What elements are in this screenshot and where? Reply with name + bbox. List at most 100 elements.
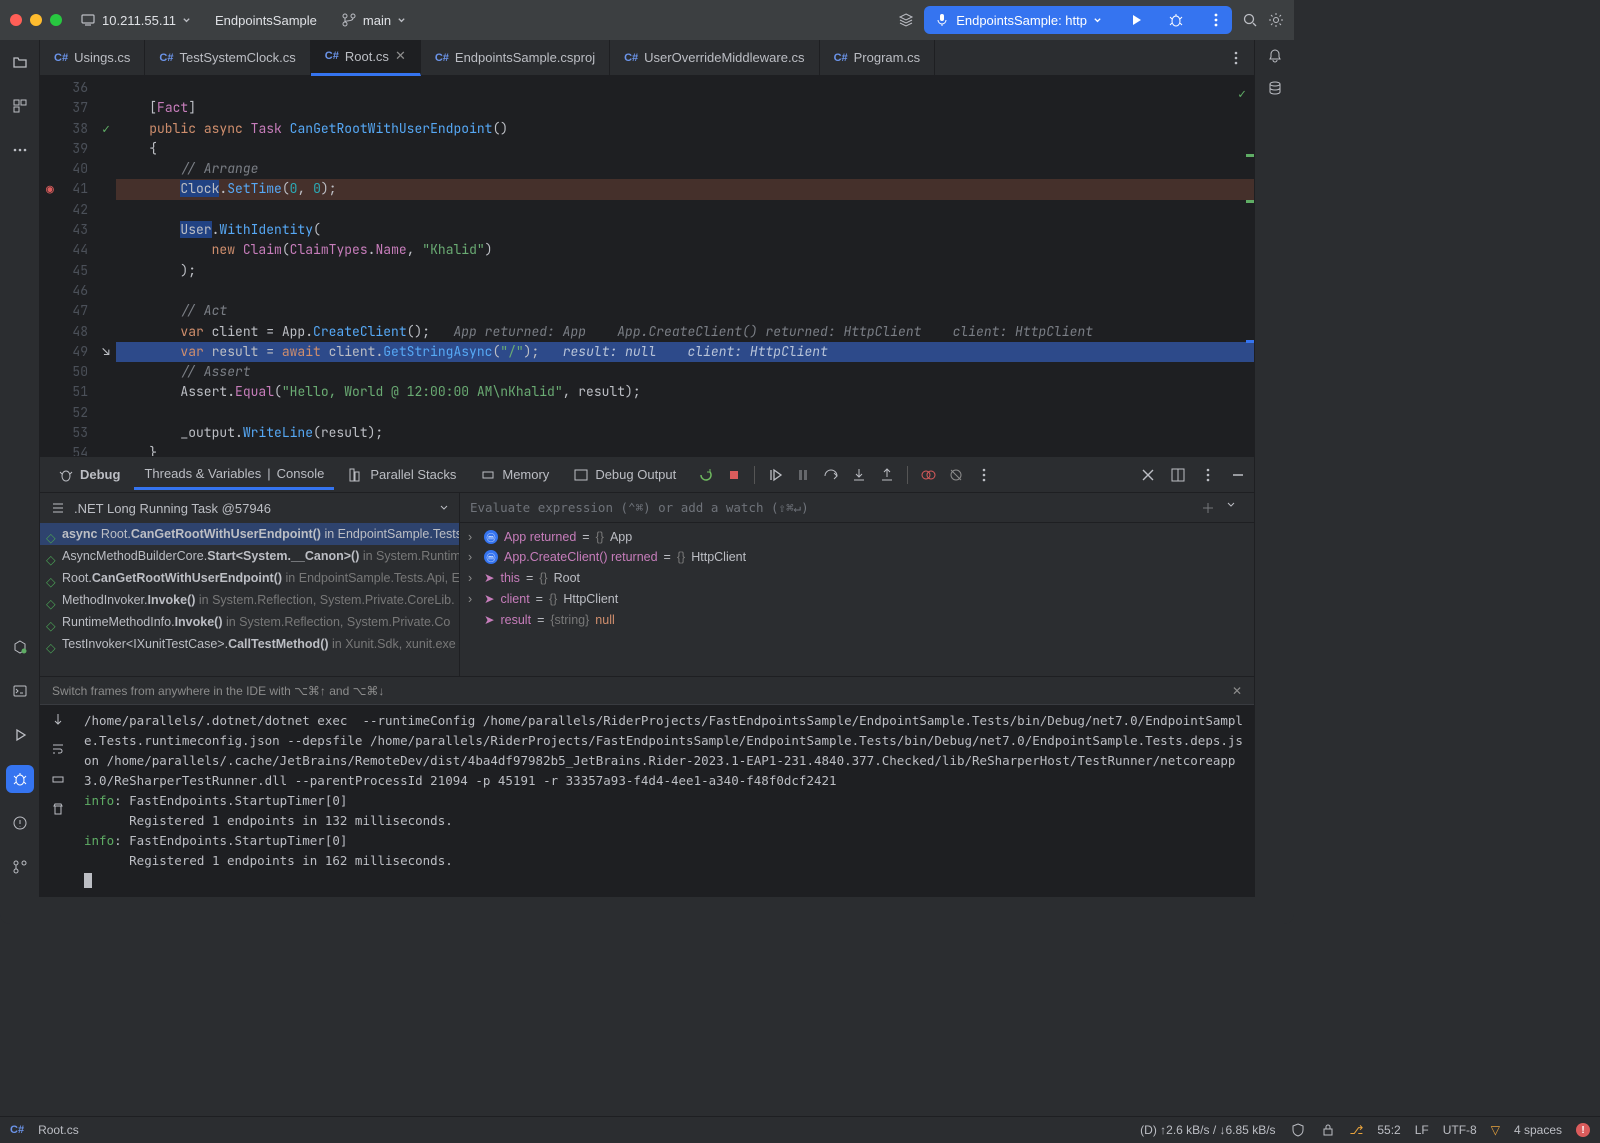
parallel-stacks-tab[interactable]: Parallel Stacks [338,461,466,489]
tabs-menu[interactable] [1218,50,1254,66]
editor-tab[interactable]: C#TestSystemClock.cs [145,40,310,76]
branch-icon [12,859,28,875]
run-widget: EndpointsSample: http [924,6,1232,34]
run-config-selector[interactable]: EndpointsSample: http [924,12,1112,28]
debug-tool[interactable] [6,765,34,793]
threads-variables-tab[interactable]: Threads & Variables | Console [134,460,334,490]
wrap-icon[interactable] [50,741,66,757]
minimize-icon[interactable] [1230,467,1246,483]
dots-icon[interactable] [1200,467,1216,483]
stack-frame[interactable]: ◇AsyncMethodBuilderCore.Start<System.__C… [40,545,459,567]
console: /home/parallels/.dotnet/dotnet exec --ru… [40,704,1254,897]
run-button[interactable] [1120,12,1152,28]
variable-row[interactable]: ›ⓜApp returned = {} App [460,527,1254,547]
bug-icon [12,771,28,787]
indent[interactable]: 4 spaces [1514,1123,1562,1137]
variable-row[interactable]: ›ⓜApp.CreateClient() returned = {} HttpC… [460,547,1254,567]
database-tool[interactable] [1267,80,1283,96]
dots-icon[interactable] [976,467,992,483]
search-icon[interactable] [1242,12,1258,28]
project-name[interactable]: EndpointsSample [209,9,323,32]
rerun-icon[interactable] [698,467,714,483]
vcs-tool[interactable] [6,853,34,881]
stop-icon[interactable] [726,467,742,483]
minimize-window[interactable] [30,14,42,26]
notifications-tool[interactable] [1267,48,1283,64]
variable-row[interactable]: ›➤client = {} HttpClient [460,588,1254,609]
variable-row[interactable]: ›➤this = {} Root [460,567,1254,588]
database-icon [1267,80,1283,96]
layout-icon[interactable] [1170,467,1186,483]
stack-frame[interactable]: ◇TestInvoker<IXunitTestCase>.CallTestMet… [40,633,459,655]
chevron-down-icon[interactable] [1226,500,1236,510]
frames-pane: .NET Long Running Task @57946 ◇async Roo… [40,493,460,676]
chevron-down-icon[interactable] [439,503,449,513]
editor-tab[interactable]: C#Program.cs [820,40,936,76]
editor-tab[interactable]: C#Usings.cs [40,40,145,76]
pause-icon[interactable] [795,467,811,483]
encoding[interactable]: UTF-8 [1443,1123,1477,1137]
shield-icon[interactable] [1290,1122,1306,1138]
editor-tab[interactable]: C#EndpointsSample.csproj [421,40,610,76]
step-over-icon[interactable] [823,467,839,483]
stack-frame[interactable]: ◇RuntimeMethodInfo.Invoke() in System.Re… [40,611,459,633]
gear-icon[interactable] [1268,12,1284,28]
clear-icon[interactable] [50,801,66,817]
memory-tab[interactable]: Memory [470,461,559,489]
code-editor[interactable]: 3637✓383940◉4142434445464748↘49505152535… [40,76,1254,456]
network-stats[interactable]: (D) ↑2.6 kB/s / ↓6.85 kB/s [1140,1123,1275,1137]
stack-frame[interactable]: ◇async Root.CanGetRootWithUserEndpoint()… [40,523,459,545]
thread-selector[interactable]: .NET Long Running Task @57946 [74,501,431,516]
structure-tool[interactable] [6,92,34,120]
close-window[interactable] [10,14,22,26]
git-branch-icon[interactable]: ⎇ [1350,1123,1364,1137]
output-icon [573,467,589,483]
caret-position[interactable]: 55:2 [1377,1123,1400,1137]
chevron-down-icon [397,16,406,25]
stack-frame[interactable]: ◇MethodInvoker.Invoke() in System.Reflec… [40,589,459,611]
debug-title[interactable]: Debug [48,461,130,489]
terminal-tool[interactable] [6,677,34,705]
variable-row[interactable]: ➤result = {string} null [460,609,1254,630]
bell-icon [1267,48,1283,64]
status-file[interactable]: Root.cs [38,1123,79,1137]
step-into-icon[interactable] [851,467,867,483]
zoom-window[interactable] [50,14,62,26]
editor-tab[interactable]: C#Root.cs✕ [311,40,421,76]
dots-icon [12,142,28,158]
build-icon[interactable] [898,12,914,28]
line-separator[interactable]: LF [1415,1123,1429,1137]
add-watch-icon[interactable] [1200,500,1216,516]
problems-tool[interactable] [6,809,34,837]
debug-button[interactable] [1160,12,1192,28]
run-tool[interactable] [6,721,34,749]
debug-output-tab[interactable]: Debug Output [563,461,686,489]
mute-breakpoints-icon[interactable] [948,467,964,483]
error-stripe[interactable] [1242,76,1254,456]
services-tool[interactable] [6,633,34,661]
error-badge[interactable]: ! [1576,1123,1590,1137]
more-button[interactable] [1200,12,1232,28]
stack-frame[interactable]: ◇Root.CanGetRootWithUserEndpoint() in En… [40,567,459,589]
step-out-icon[interactable] [879,467,895,483]
evaluate-input[interactable]: Evaluate expression (⌃⌘) or add a watch … [470,500,1200,515]
console-output[interactable]: /home/parallels/.dotnet/dotnet exec --ru… [76,705,1254,897]
vcs-branch[interactable]: main [335,8,412,32]
editor-tab[interactable]: C#UserOverrideMiddleware.cs [610,40,819,76]
titlebar: 10.211.55.11 EndpointsSample main Endpoi… [0,0,1294,40]
close-icon[interactable] [1140,467,1156,483]
more-tools[interactable] [6,136,34,164]
reader-mode-icon[interactable]: ▽ [1491,1123,1500,1137]
host-selector[interactable]: 10.211.55.11 [74,8,197,32]
close-hint[interactable]: ✕ [1232,684,1242,698]
print-icon[interactable] [50,771,66,787]
resume-icon[interactable] [767,467,783,483]
project-tool[interactable] [6,48,34,76]
scroll-icon[interactable] [50,711,66,727]
branch-icon [341,12,357,28]
structure-icon [12,98,28,114]
view-breakpoints-icon[interactable] [920,467,936,483]
warning-icon [12,815,28,831]
lock-icon[interactable] [1320,1122,1336,1138]
thread-icon[interactable] [50,500,66,516]
